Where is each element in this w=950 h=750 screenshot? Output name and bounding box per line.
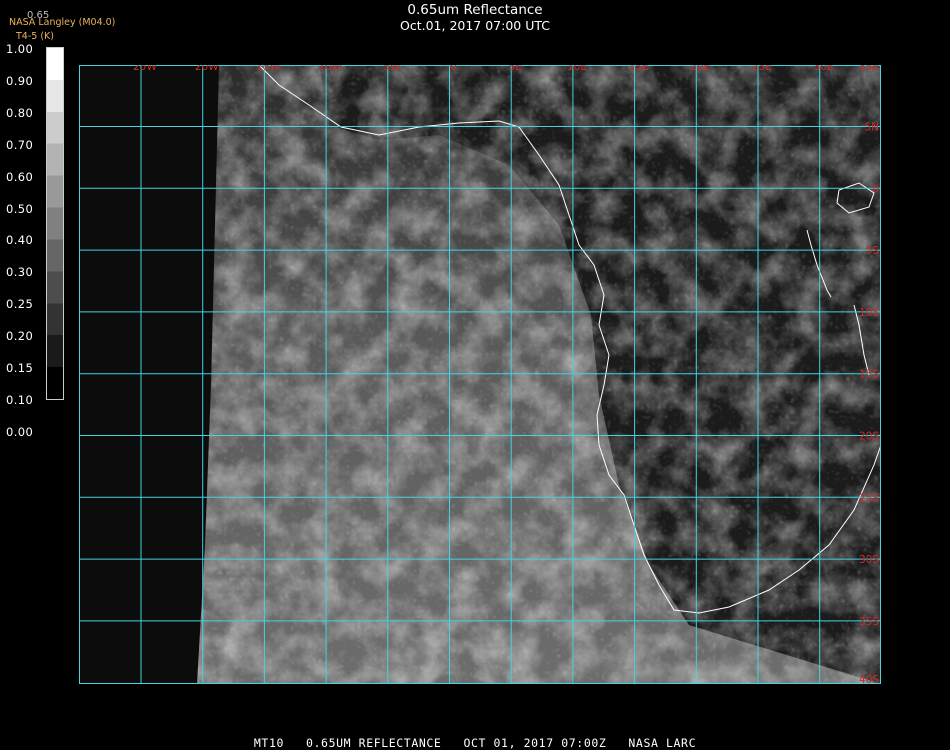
- footer-product: 0.65UM REFLECTANCE: [306, 736, 442, 750]
- credit-units: T4-5 (K): [16, 31, 54, 42]
- colorbar: [46, 47, 64, 400]
- longitude-label: 30E: [814, 65, 834, 73]
- colorbar-label: 0.70: [6, 137, 34, 152]
- longitude-label: 25E: [752, 65, 772, 73]
- credit-source: NASA Langley (M04.0): [9, 17, 116, 28]
- longitude-label: 25W: [133, 65, 157, 73]
- longitude-label: 10W: [318, 65, 342, 73]
- colorbar-label: 1.00: [6, 42, 34, 56]
- footer-source: NASA LARC: [628, 736, 697, 750]
- map-datetime: Oct.01, 2017 07:00 UTC: [400, 18, 550, 33]
- colorbar-label: 0.40: [6, 233, 34, 248]
- colorbar-label: 0.15: [6, 361, 34, 375]
- footer-bar: MT10 0.65UM REFLECTANCE OCT 01, 2017 07:00…: [0, 736, 950, 750]
- footer-satellite: MT10: [253, 736, 284, 750]
- longitude-label: 0: [450, 65, 457, 73]
- latitude-label: 30S: [859, 554, 879, 566]
- satellite-map[interactable]: 25W 20W 15W 10W 5W 0 5E 10E 15E 20E 25E 30E 35E 5N 0 5…: [79, 65, 881, 684]
- colorbar-label: 0.90: [6, 73, 34, 88]
- footer-datetime: OCT 01, 2017 07:00Z: [463, 736, 607, 750]
- longitude-label: 15E: [629, 65, 649, 73]
- longitude-label: 5W: [383, 65, 401, 73]
- latitude-label: 40S: [859, 674, 879, 684]
- longitude-label: 20W: [195, 65, 219, 73]
- colorbar-label: 0.20: [6, 329, 34, 344]
- colorbar-label: 0.10: [6, 392, 34, 407]
- colorbar-label: 0.60: [6, 169, 34, 184]
- longitude-label: 35E: [859, 65, 879, 73]
- cloud-speckle: [197, 65, 881, 684]
- longitude-label: 10E: [567, 65, 587, 73]
- longitude-label: 15W: [257, 65, 281, 73]
- colorbar-label: 0.30: [6, 265, 34, 280]
- latitude-label: 20S: [859, 431, 879, 443]
- longitude-label: 5E: [509, 65, 522, 73]
- colorbar-label: 0.25: [6, 297, 34, 312]
- latitude-label: 10S: [859, 307, 879, 319]
- colorbar-label: 0.80: [6, 105, 34, 120]
- map-title: 0.65um Reflectance: [407, 2, 543, 18]
- latitude-label: 15S: [859, 369, 879, 381]
- colorbar-label: 0.00: [6, 424, 34, 439]
- colorbar-label: 0.50: [6, 201, 34, 216]
- map-canvas: 25W 20W 15W 10W 5W 0 5E 10E 15E 20E 25E 30E 35E 5N 0 5…: [79, 65, 881, 684]
- latitude-label: 35S: [859, 616, 879, 628]
- latitude-label: 25S: [859, 492, 879, 504]
- latitude-label: 5N: [864, 122, 879, 134]
- longitude-label: 20E: [690, 65, 710, 73]
- latitude-label: 0: [872, 183, 879, 195]
- latitude-label: 5S: [866, 245, 880, 257]
